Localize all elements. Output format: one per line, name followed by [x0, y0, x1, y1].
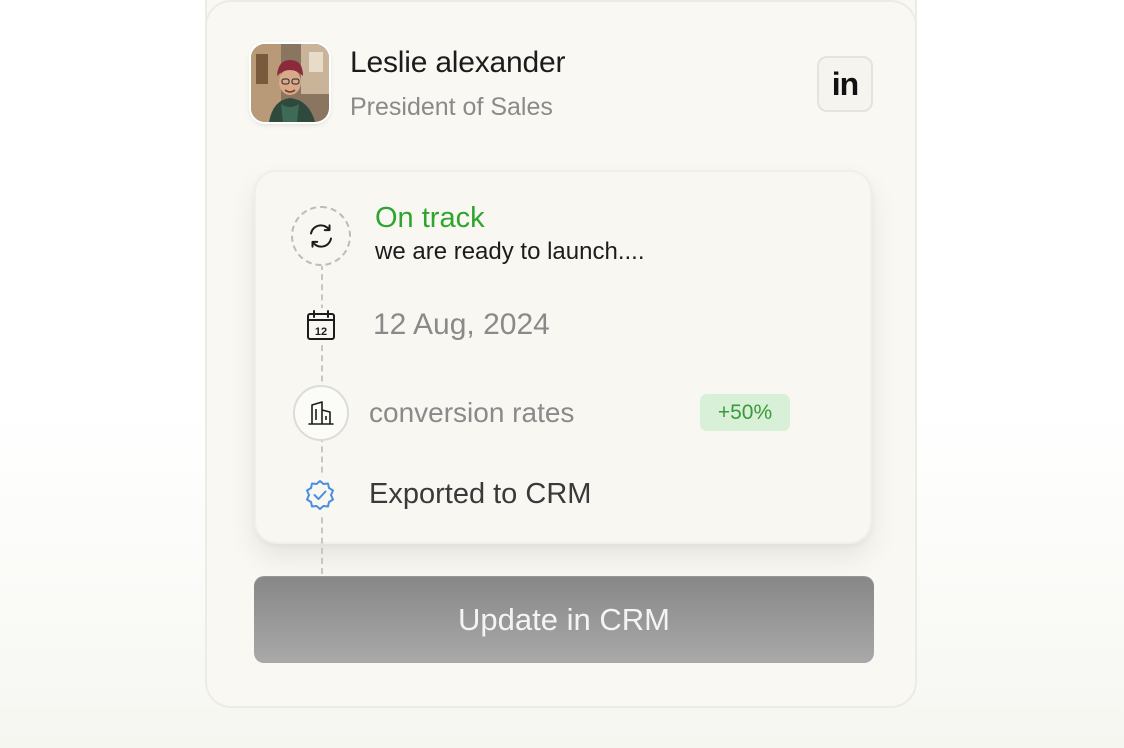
status-timeline-card: 12 On track we are ready to launch.... 1…: [254, 170, 872, 574]
status-title: On track: [375, 202, 485, 234]
metric-label: conversion rates: [369, 397, 575, 428]
update-in-crm-button[interactable]: Update in CRM: [254, 576, 874, 663]
calendar-day: 12: [315, 326, 327, 338]
status-description: we are ready to launch....: [375, 238, 645, 265]
profile-card: Leslie alexander President of Sales in 1…: [205, 0, 917, 708]
metric-change-badge: +50%: [700, 394, 790, 431]
verified-badge-icon: [302, 477, 338, 513]
profile-name: Leslie alexander: [350, 46, 566, 79]
linkedin-icon[interactable]: in: [817, 56, 873, 112]
calendar-icon: 12: [304, 308, 338, 342]
profile-role: President of Sales: [350, 93, 553, 121]
export-status: Exported to CRM: [369, 478, 592, 510]
building-icon: [293, 385, 349, 441]
avatar: [251, 44, 329, 122]
sync-icon: [291, 206, 351, 266]
launch-date: 12 Aug, 2024: [373, 308, 550, 341]
